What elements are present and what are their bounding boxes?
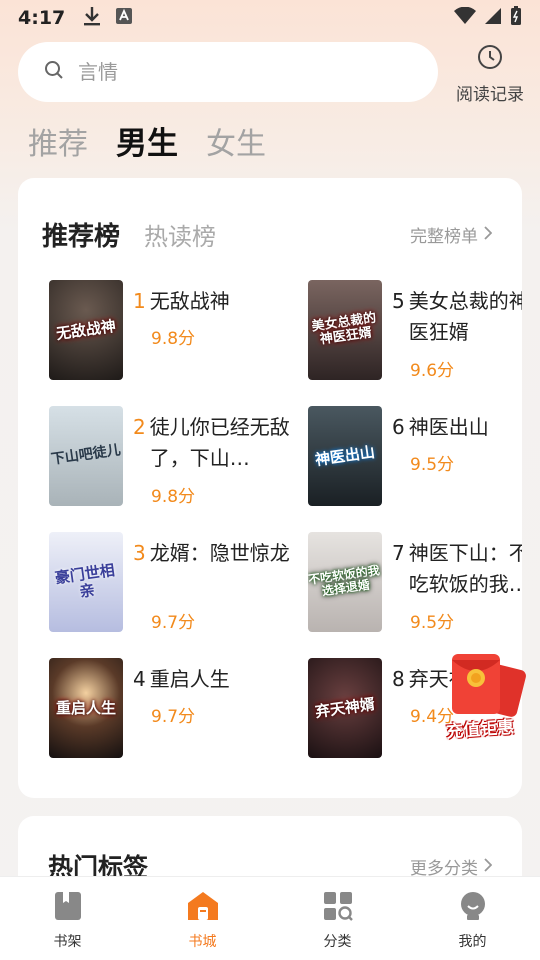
book-item[interactable]: 美女总裁的神医狂婿 5 美女总裁的神医狂婿 9.6分 <box>308 280 522 390</box>
book-cover[interactable]: 重启人生 <box>49 658 123 758</box>
rank-number: 1 <box>133 289 146 313</box>
chevron-right-icon <box>484 225 493 245</box>
book-cover[interactable]: 美女总裁的神医狂婿 <box>308 280 382 380</box>
search-box[interactable] <box>18 42 438 102</box>
rank-number: 5 <box>392 289 405 313</box>
book-score: 9.5分 <box>410 455 455 475</box>
rank-number: 4 <box>133 667 146 691</box>
book-cover[interactable]: 下山吧徒儿 <box>49 406 123 506</box>
tab-recommend[interactable]: 推荐 <box>28 119 88 163</box>
ranking-tabs: 推荐榜 热读榜 <box>42 216 216 253</box>
book-title: 美女总裁的神医狂婿 <box>408 289 522 344</box>
cover-title: 不吃软饭的我选择退婚 <box>308 562 381 599</box>
status-time: 4:17 <box>18 7 66 29</box>
cover-title: 下山吧徒儿 <box>50 442 122 469</box>
profile-icon <box>458 891 488 925</box>
clock-icon <box>477 44 503 74</box>
wifi-icon <box>454 6 476 29</box>
reading-history-label: 阅读记录 <box>456 85 524 105</box>
nav-category[interactable]: 分类 <box>270 877 405 960</box>
nav-profile[interactable]: 我的 <box>405 877 540 960</box>
nav-bookshelf-label: 书架 <box>53 934 82 950</box>
tab-male[interactable]: 男生 <box>116 118 178 163</box>
cover-title: 无敌战神 <box>54 316 117 343</box>
bookstore-icon <box>187 891 219 925</box>
reading-history-button[interactable]: 阅读记录 <box>450 44 530 105</box>
full-list-label: 完整榜单 <box>410 227 478 247</box>
bottom-nav: 书架 书城 分类 我的 <box>0 876 540 960</box>
book-item[interactable]: 豪门世相亲 3 龙婿：隐世惊龙 9.7分 <box>49 532 290 642</box>
gender-tabs: 推荐 男生 女生 <box>28 118 266 163</box>
book-title: 重启人生 <box>149 667 230 691</box>
book-score: 9.6分 <box>410 361 455 381</box>
book-title: 神医出山 <box>408 415 489 439</box>
rank-number: 8 <box>392 667 405 691</box>
book-title: 徒儿你已经无敌了，下山… <box>149 415 290 470</box>
book-score: 9.8分 <box>151 487 196 507</box>
rank-number: 6 <box>392 415 405 439</box>
rank-number: 7 <box>392 541 405 565</box>
book-cover[interactable]: 神医出山 <box>308 406 382 506</box>
signal-icon <box>484 7 502 29</box>
book-title: 神医下山：不吃软饭的我… <box>408 541 522 596</box>
recharge-promo-badge[interactable]: 充值钜惠 <box>432 648 528 744</box>
bookshelf-icon <box>54 891 82 925</box>
status-bar: 4:17 <box>0 0 540 36</box>
cover-title: 重启人生 <box>55 698 116 717</box>
search-icon <box>44 60 64 84</box>
cover-title: 豪门世相亲 <box>53 560 116 600</box>
cover-title: 神医出山 <box>313 442 376 469</box>
book-score: 9.7分 <box>151 707 196 727</box>
book-item[interactable]: 无敌战神 1 无敌战神 9.8分 <box>49 280 289 384</box>
nav-bookstore[interactable]: 书城 <box>135 877 270 960</box>
book-score: 9.8分 <box>151 329 196 349</box>
book-item[interactable]: 下山吧徒儿 2 徒儿你已经无敌了，下山… 9.8分 <box>49 406 290 516</box>
book-item[interactable]: 重启人生 4 重启人生 9.7分 <box>49 658 289 762</box>
battery-icon <box>510 6 522 30</box>
book-cover[interactable]: 无敌战神 <box>49 280 123 380</box>
book-cover[interactable]: 豪门世相亲 <box>49 532 123 632</box>
search-input[interactable] <box>78 60 378 84</box>
full-list-link[interactable]: 完整榜单 <box>410 222 493 247</box>
nav-category-label: 分类 <box>323 934 352 950</box>
book-cover[interactable]: 弃天神婿 <box>308 658 382 758</box>
book-cover[interactable]: 不吃软饭的我选择退婚 <box>308 532 382 632</box>
cover-title: 美女总裁的神医狂婿 <box>310 310 378 348</box>
book-title: 无敌战神 <box>149 289 230 313</box>
book-score: 9.7分 <box>151 613 196 633</box>
chevron-right-icon <box>484 857 493 877</box>
book-item[interactable]: 神医出山 6 神医出山 9.5分 <box>308 406 522 510</box>
rank-number: 2 <box>133 415 146 439</box>
promo-label: 充值钜惠 <box>445 717 515 743</box>
tab-recommend-rank[interactable]: 推荐榜 <box>42 216 120 253</box>
nav-bookshelf[interactable]: 书架 <box>0 877 135 960</box>
book-score: 9.5分 <box>410 613 455 633</box>
tab-female[interactable]: 女生 <box>206 119 266 163</box>
book-item[interactable]: 不吃软饭的我选择退婚 7 神医下山：不吃软饭的我… 9.5分 <box>308 532 522 642</box>
rank-number: 3 <box>133 541 146 565</box>
category-grid-icon <box>323 891 353 925</box>
nav-bookstore-label: 书城 <box>188 934 217 950</box>
download-icon <box>83 6 101 30</box>
tab-hot-rank[interactable]: 热读榜 <box>144 217 216 252</box>
cover-title: 弃天神婿 <box>313 694 376 721</box>
book-title: 龙婿：隐世惊龙 <box>149 541 290 565</box>
app-notification-icon <box>115 7 133 29</box>
nav-profile-label: 我的 <box>458 934 487 950</box>
